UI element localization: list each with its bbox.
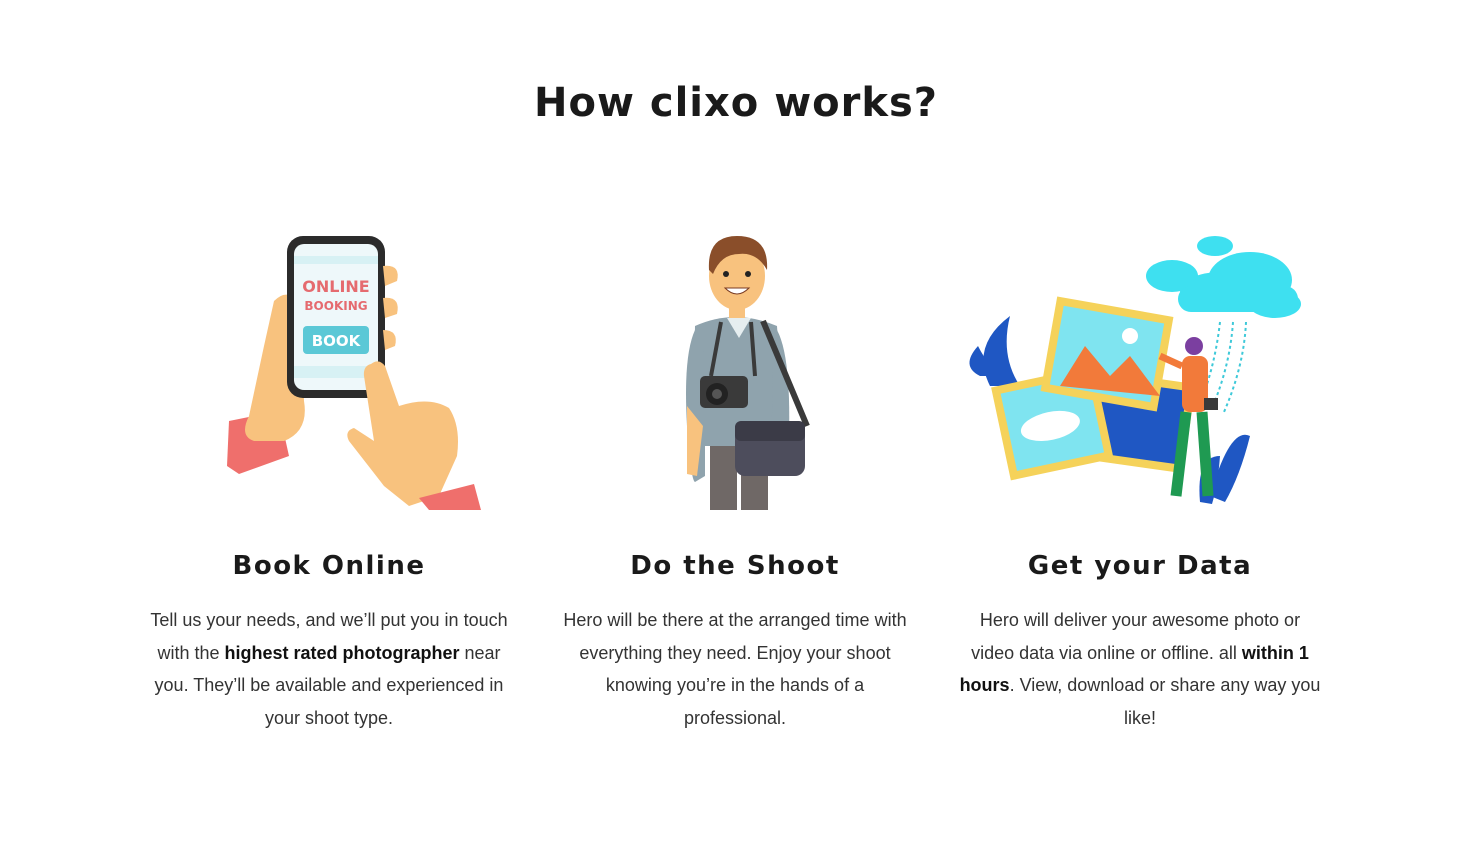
svg-text:BOOK: BOOK (312, 332, 362, 350)
step-book-online: ONLINE BOOKING BOOK Book Online Tell us … (139, 226, 519, 734)
highlight-text: highest rated photographer (224, 642, 460, 663)
phone-booking-illustration: ONLINE BOOKING BOOK (227, 236, 481, 510)
step-description: Hero will deliver your awesome photo or … (959, 610, 1321, 728)
photographer-illustration (686, 236, 810, 510)
step-title: Do the Shoot (630, 551, 840, 581)
step-description: Hero will be there at the arranged time … (563, 610, 907, 728)
section-title: How clixo works? (534, 80, 938, 126)
step-get-your-data: Get your Data Hero will deliver your awe… (950, 226, 1330, 734)
phone-booking-text: BOOKING (304, 299, 367, 313)
phone-online-text: ONLINE (302, 277, 369, 296)
step-do-the-shoot: Do the Shoot Hero will be there at the a… (545, 226, 925, 734)
photo-frame-front (1040, 296, 1174, 412)
step-title: Get your Data (1027, 551, 1253, 581)
step-description: Tell us your needs, and we’ll put you in… (150, 610, 508, 728)
leaf-decoration (969, 316, 1020, 386)
step-title: Book Online (232, 551, 426, 581)
cloud-icon (1146, 236, 1301, 318)
cloud-photos-illustration (969, 236, 1301, 504)
